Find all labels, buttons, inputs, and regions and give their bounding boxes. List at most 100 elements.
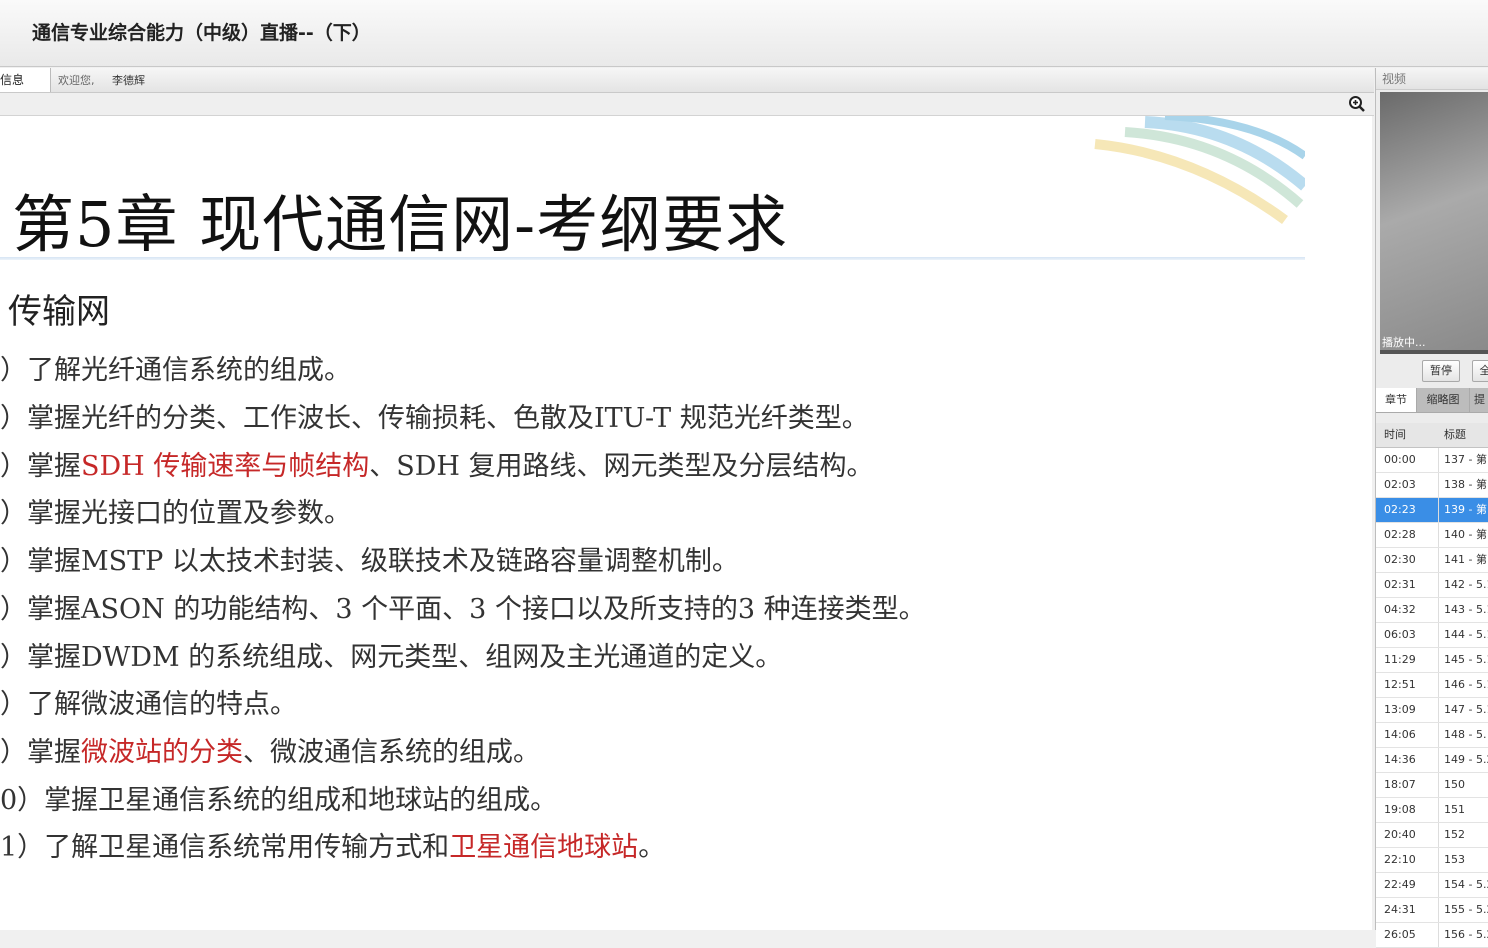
column-separator — [1438, 548, 1439, 572]
chapter-title: 141 - 第 — [1444, 553, 1487, 566]
pause-button[interactable]: 暂停 — [1422, 360, 1460, 382]
chapter-time: 02:03 — [1384, 478, 1416, 491]
chapter-title: 154 - 5.2 — [1444, 878, 1488, 891]
chapter-time: 06:03 — [1384, 628, 1416, 641]
chapter-title: 153 — [1444, 853, 1465, 866]
chapter-row[interactable]: 14:06 148 - 5. — [1376, 723, 1488, 748]
column-separator — [1438, 673, 1439, 697]
tab-chapters[interactable]: 章节 — [1376, 388, 1417, 412]
chapter-row[interactable]: 20:40 152 — [1376, 823, 1488, 848]
chapter-row[interactable]: 24:31 155 - 5.2 — [1376, 898, 1488, 923]
column-separator — [1438, 748, 1439, 772]
chapter-row[interactable]: 22:49 154 - 5.2 — [1376, 873, 1488, 898]
chapter-list: 00:00 137 - 第 02:03 138 - 第 02:23 139 - 第 02:2… — [1376, 448, 1488, 948]
chapter-title: 145 - 5.1 — [1444, 653, 1488, 666]
chapter-title: 144 - 5.1 — [1444, 628, 1488, 641]
chapter-row[interactable]: 26:05 156 - 5.2 — [1376, 923, 1488, 948]
highlighted-text: SDH 传输速率与帧结构 — [81, 451, 370, 482]
chapter-time: 20:40 — [1384, 828, 1416, 841]
chapter-time: 14:06 — [1384, 728, 1416, 741]
syllabus-item: ）掌握ASON 的功能结构、3 个平面、3 个接口以及所支持的3 种连接类型。 — [0, 587, 926, 626]
chapter-time: 19:08 — [1384, 803, 1416, 816]
column-separator — [1438, 798, 1439, 822]
chapter-row[interactable]: 02:31 142 - 5.1 — [1376, 573, 1488, 598]
tab-notes[interactable]: 提 — [1470, 388, 1488, 412]
item-text: ）了解微波通信的特点。 — [0, 689, 297, 720]
column-separator — [1438, 448, 1439, 472]
title-bar: 通信专业综合能力（中级）直播--（下） — [0, 0, 1488, 67]
chapter-time: 13:09 — [1384, 703, 1416, 716]
chapter-row[interactable]: 02:28 140 - 第 — [1376, 523, 1488, 548]
column-separator — [1438, 498, 1439, 522]
tab-info[interactable]: 信息 — [0, 68, 51, 92]
highlighted-text: 微波站的分类 — [81, 737, 243, 768]
column-time[interactable]: 时间 — [1384, 423, 1406, 447]
syllabus-item: ）掌握光接口的位置及参数。 — [0, 491, 351, 530]
syllabus-item: ）掌握DWDM 的系统组成、网元类型、组网及主光通道的定义。 — [0, 635, 782, 674]
chapter-time: 02:28 — [1384, 528, 1416, 541]
chapter-row[interactable]: 06:03 144 - 5.1 — [1376, 623, 1488, 648]
chapter-time: 18:07 — [1384, 778, 1416, 791]
chapter-title: 138 - 第 — [1444, 478, 1487, 491]
syllabus-item: ）了解光纤通信系统的组成。 — [0, 348, 351, 387]
video-player[interactable]: 播放中... — [1380, 92, 1488, 350]
playback-status: 播放中... — [1382, 336, 1426, 349]
slide-title: 第5章 现代通信网-考纲要求 — [12, 188, 789, 261]
chapter-title: 149 - 5.2 — [1444, 753, 1488, 766]
tab-thumbnails[interactable]: 缩略图 — [1417, 388, 1470, 412]
item-text: ）掌握DWDM 的系统组成、网元类型、组网及主光通道的定义。 — [0, 642, 783, 673]
chapter-title: 143 - 5.1 — [1444, 603, 1488, 616]
item-text: 1）了解卫星通信系统常用传输方式和 — [0, 832, 450, 863]
chapter-row[interactable]: 11:29 145 - 5.1 — [1376, 648, 1488, 673]
item-text: 0）掌握卫星通信系统的组成和地球站的组成。 — [0, 785, 558, 816]
chapter-row[interactable]: 22:10 153 — [1376, 848, 1488, 873]
item-text: ）掌握ASON 的功能结构、3 个平面、3 个接口以及所支持的3 种连接类型。 — [0, 594, 926, 625]
fullscreen-button[interactable]: 全 — [1472, 360, 1488, 382]
column-separator — [1438, 848, 1439, 872]
window-title: 通信专业综合能力（中级）直播--（下） — [32, 22, 371, 44]
column-separator — [1438, 573, 1439, 597]
column-separator — [1438, 598, 1439, 622]
chapter-time: 14:36 — [1384, 753, 1416, 766]
chapter-list-header: 时间 标题 — [1376, 423, 1488, 448]
item-text: ）掌握光纤的分类、工作波长、传输损耗、色散及ITU-T 规范光纤类型。 — [0, 403, 869, 434]
column-separator — [1438, 648, 1439, 672]
zoom-in-icon[interactable] — [1348, 95, 1366, 113]
chapter-time: 24:31 — [1384, 903, 1416, 916]
chapter-row[interactable]: 02:30 141 - 第 — [1376, 548, 1488, 573]
chapter-title: 146 - 5.1 — [1444, 678, 1488, 691]
chapter-time: 11:29 — [1384, 653, 1416, 666]
chapter-row[interactable]: 18:07 150 — [1376, 773, 1488, 798]
slide-decoration — [1094, 116, 1305, 225]
syllabus-item: ）掌握微波站的分类、微波通信系统的组成。 — [0, 730, 540, 769]
slide-area: 第5章 现代通信网-考纲要求 传输网 ）了解光纤通信系统的组成。 ）掌握光纤的分类… — [0, 116, 1372, 930]
chapter-time: 00:00 — [1384, 453, 1416, 466]
video-progress[interactable] — [1380, 350, 1488, 354]
chapter-title: 152 — [1444, 828, 1465, 841]
chapter-row[interactable]: 04:32 143 - 5.1 — [1376, 598, 1488, 623]
chapter-title: 140 - 第 — [1444, 528, 1487, 541]
chapter-title: 156 - 5.2 — [1444, 928, 1488, 941]
chapter-row[interactable]: 12:51 146 - 5.1 — [1376, 673, 1488, 698]
chapter-row[interactable]: 13:09 147 - 5.1 — [1376, 698, 1488, 723]
column-separator — [1438, 923, 1439, 947]
item-text: 。 — [638, 832, 666, 863]
chapter-row[interactable]: 00:00 137 - 第 — [1376, 448, 1488, 473]
column-separator — [1438, 898, 1439, 922]
column-title[interactable]: 标题 — [1444, 423, 1466, 447]
column-separator — [1438, 773, 1439, 797]
chapter-row[interactable]: 02:03 138 - 第 — [1376, 473, 1488, 498]
chapter-row[interactable]: 02:23 139 - 第 — [1376, 498, 1488, 523]
item-text: 、SDH 复用路线、网元类型及分层结构。 — [369, 451, 874, 482]
chapter-row[interactable]: 19:08 151 — [1376, 798, 1488, 823]
item-text: ）掌握 — [0, 737, 81, 768]
panel-tabs: 章节 缩略图 提 — [1376, 388, 1488, 413]
syllabus-item: ）掌握MSTP 以太技术封装、级联技术及链路容量调整机制。 — [0, 539, 739, 578]
column-separator — [1438, 623, 1439, 647]
syllabus-item: ）了解微波通信的特点。 — [0, 682, 297, 721]
column-separator — [1438, 523, 1439, 547]
chapter-row[interactable]: 14:36 149 - 5.2 — [1376, 748, 1488, 773]
chapter-title: 155 - 5.2 — [1444, 903, 1488, 916]
chapter-title: 150 — [1444, 778, 1465, 791]
syllabus-item: 0）掌握卫星通信系统的组成和地球站的组成。 — [0, 778, 557, 817]
